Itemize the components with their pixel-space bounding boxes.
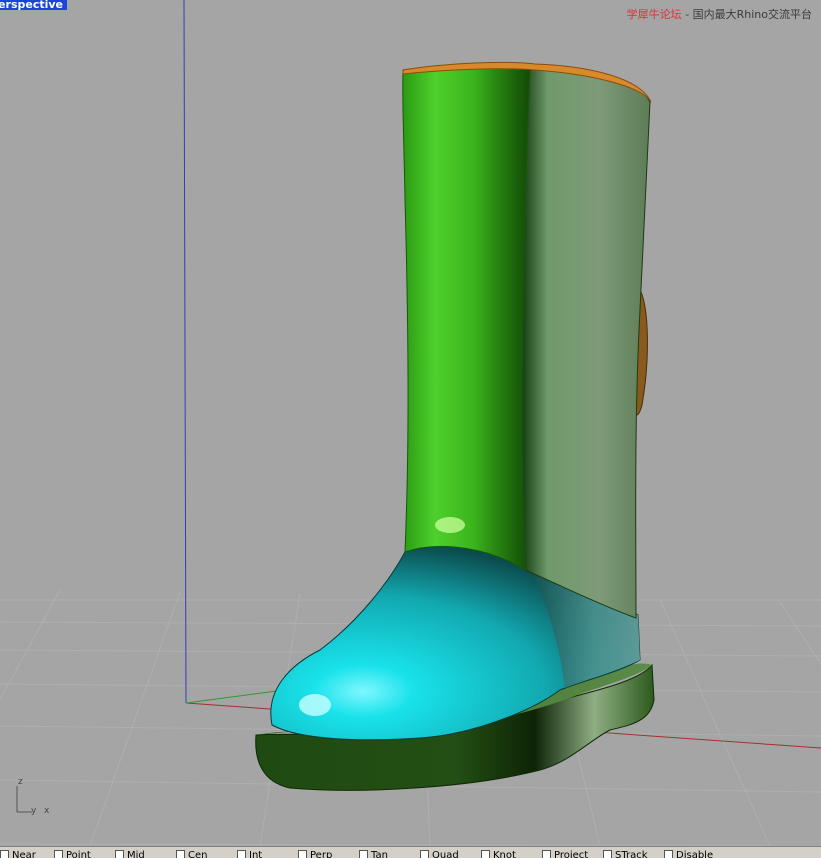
perspective-viewport[interactable]: Perspective 学犀牛论坛 - 国内最大Rhino交流平台 (0, 0, 821, 846)
watermark: 学犀牛论坛 - 国内最大Rhino交流平台 (627, 6, 812, 22)
watermark-secondary: 国内最大Rhino交流平台 (692, 8, 812, 21)
viewport-title[interactable]: Perspective (0, 0, 68, 10)
toe-highlight (299, 694, 331, 716)
z-axis-line (183, 0, 187, 704)
boot-shaft-front (402, 63, 531, 571)
axis-icon: z y x (16, 777, 50, 816)
scene-canvas: z y x (0, 0, 821, 846)
axis-icon-z: z (18, 777, 23, 787)
watermark-primary: 学犀牛论坛 (626, 8, 682, 21)
shaft-highlight (435, 517, 465, 533)
viewport-title-text: Perspective (0, 0, 64, 10)
watermark-separator: - (681, 8, 693, 21)
osnap-status-bar: Near Point Mid Cen Int Perp Tan Quad Knot Project… (0, 846, 821, 858)
axis-icon-y: y (31, 806, 37, 816)
axis-icon-x: x (44, 806, 50, 816)
boot-shaft-side (521, 65, 651, 619)
